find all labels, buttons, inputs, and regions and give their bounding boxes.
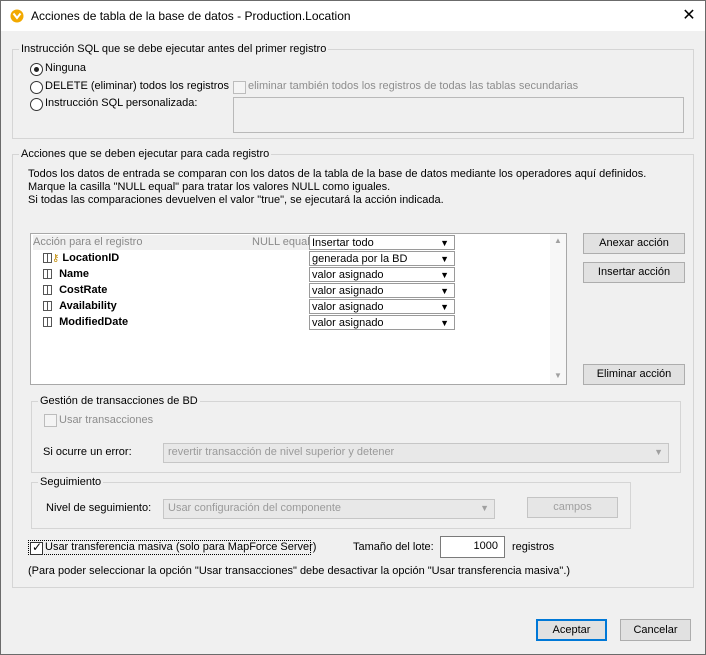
column-icon <box>43 253 52 264</box>
row-action-select[interactable]: valor asignado ▼ <box>309 267 455 282</box>
delete-children-checkbox[interactable] <box>233 81 246 94</box>
chevron-down-icon: ▼ <box>654 447 663 457</box>
actions-description-3: Si todas las comparaciones devuelven el … <box>28 194 444 206</box>
chevron-down-icon: ▼ <box>480 503 489 513</box>
chevron-down-icon: ▼ <box>440 254 449 264</box>
chevron-down-icon: ▼ <box>440 318 449 328</box>
radio-custom-sql[interactable] <box>30 98 43 111</box>
column-icon <box>43 269 52 280</box>
mapforce-app-icon <box>10 9 24 23</box>
radio-delete-all-label[interactable]: DELETE (eliminar) todos los registros <box>45 80 229 92</box>
field-name: Name <box>59 268 90 280</box>
actions-legend: Acciones que se deben ejecutar para cada… <box>21 148 270 160</box>
cancel-button[interactable]: Cancelar <box>620 619 691 641</box>
chevron-down-icon: ▼ <box>440 286 449 296</box>
dialog-window: Acciones de tabla de la base de datos - … <box>0 0 706 655</box>
close-icon[interactable]: ✕ <box>677 5 701 27</box>
row-action-value: valor asignado <box>312 285 384 297</box>
on-error-select[interactable]: revertir transacción de nivel superior y… <box>163 443 669 463</box>
field-name: Availability <box>59 300 117 312</box>
scroll-down-icon[interactable]: ▼ <box>554 371 562 380</box>
append-action-button[interactable]: Anexar acción <box>583 233 685 254</box>
batch-size-label: Tamaño del lote: <box>353 541 434 553</box>
use-transactions-checkbox[interactable] <box>44 414 57 427</box>
chevron-down-icon: ▼ <box>440 302 449 312</box>
on-error-label: Si ocurre un error: <box>43 446 132 458</box>
radio-none-label[interactable]: Ninguna <box>45 62 86 74</box>
grid-row-locationid: ⚷ LocationID <box>43 251 119 266</box>
action-type-select[interactable]: Insertar todo ▼ <box>309 235 455 250</box>
grid-header-action: Acción para el registro <box>33 236 143 248</box>
row-action-select[interactable]: valor asignado ▼ <box>309 283 455 298</box>
grid-scrollbar[interactable]: ▲ ▼ <box>550 234 566 384</box>
tracing-level-label: Nivel de seguimiento: <box>46 502 152 514</box>
grid-row-name: Name <box>43 267 89 282</box>
grid-header: Acción para el registro NULL equal <box>33 235 313 250</box>
on-error-value: revertir transacción de nivel superior y… <box>168 446 395 458</box>
scroll-up-icon[interactable]: ▲ <box>554 236 562 245</box>
insert-action-button[interactable]: Insertar acción <box>583 262 685 283</box>
tracing-level-select[interactable]: Usar configuración del componente ▼ <box>163 499 495 519</box>
delete-children-label: eliminar también todos los registros de … <box>248 80 579 92</box>
transactions-legend: Gestión de transacciones de BD <box>40 395 198 407</box>
actions-description-1: Todos los datos de entrada se comparan c… <box>28 168 647 180</box>
field-name: CostRate <box>59 284 108 296</box>
row-action-select[interactable]: generada por la BD ▼ <box>309 251 455 266</box>
grid-row-costrate: CostRate <box>43 283 107 298</box>
pre-sql-legend: Instrucción SQL que se debe ejecutar ant… <box>21 43 327 55</box>
grid-header-null-equal: NULL equal <box>252 236 310 248</box>
row-action-select[interactable]: valor asignado ▼ <box>309 315 455 330</box>
key-icon: ⚷ <box>52 253 60 264</box>
field-name: LocationID <box>62 252 120 264</box>
custom-sql-textbox[interactable] <box>233 97 684 133</box>
actions-description-2: Marque la casilla "NULL equal" para trat… <box>28 181 391 193</box>
chevron-down-icon: ▼ <box>440 270 449 280</box>
radio-delete-all[interactable] <box>30 81 43 94</box>
bulk-transfer-checkbox[interactable] <box>30 540 43 555</box>
row-action-value: valor asignado <box>312 317 384 329</box>
action-type-value: Insertar todo <box>312 237 374 249</box>
title-bar: Acciones de tabla de la base de datos - … <box>1 1 705 31</box>
batch-size-unit: registros <box>512 541 555 553</box>
row-action-select[interactable]: valor asignado ▼ <box>309 299 455 314</box>
column-icon <box>43 285 52 296</box>
row-action-value: generada por la BD <box>312 253 408 265</box>
grid-row-availability: Availability <box>43 299 117 314</box>
window-title: Acciones de tabla de la base de datos - … <box>31 9 351 23</box>
batch-size-input[interactable]: 1000 <box>440 536 505 558</box>
bulk-transfer-label[interactable]: Usar transferencia masiva (solo para Map… <box>45 541 316 553</box>
row-action-value: valor asignado <box>312 269 384 281</box>
tracing-level-value: Usar configuración del componente <box>168 502 342 514</box>
grid-row-modifieddate: ModifiedDate <box>43 315 128 330</box>
delete-action-button[interactable]: Eliminar acción <box>583 364 685 385</box>
actions-grid: Acción para el registro NULL equal Inser… <box>30 233 567 385</box>
row-action-value: valor asignado <box>312 301 384 313</box>
chevron-down-icon: ▼ <box>440 238 449 248</box>
tracing-legend: Seguimiento <box>40 476 102 488</box>
column-icon <box>43 301 52 312</box>
radio-custom-sql-label[interactable]: Instrucción SQL personalizada: <box>45 97 197 109</box>
ok-button[interactable]: Aceptar <box>536 619 607 641</box>
bulk-transfer-note: (Para poder seleccionar la opción "Usar … <box>28 565 571 577</box>
column-icon <box>43 317 52 328</box>
fields-button[interactable]: campos <box>527 497 618 518</box>
use-transactions-label: Usar transacciones <box>59 414 154 426</box>
radio-none[interactable] <box>30 63 43 76</box>
field-name: ModifiedDate <box>59 316 129 328</box>
